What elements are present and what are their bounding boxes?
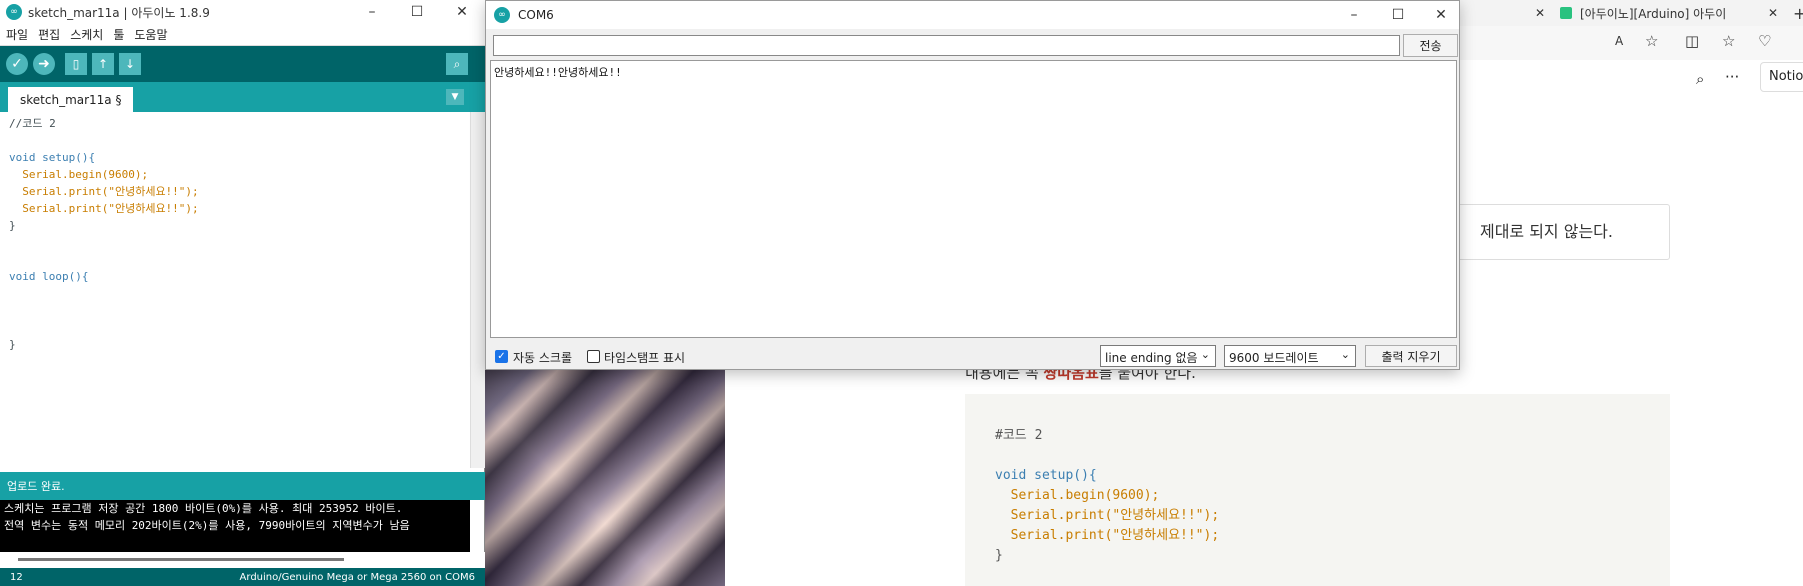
favorites-icon[interactable]: ☆ [1722,32,1735,50]
more-options-icon[interactable]: ··· [1725,68,1739,86]
code-editor[interactable]: //코드 2 void setup(){ Serial.begin(9600);… [0,112,470,468]
code-line: } [9,338,16,351]
ide-tabstrip: sketch_mar11a § ▼ [0,82,485,112]
menu-file[interactable]: 파일 [6,26,28,43]
console-output: 스케치는 프로그램 저장 공간 1800 바이트(0%)를 사용. 최대 253… [0,500,470,534]
maximize-icon[interactable]: ☐ [397,0,437,24]
code-line: void setup(){ [995,468,1097,483]
console-line: 전역 변수는 동적 메모리 202바이트(2%)를 사용, 7990바이트의 지… [4,519,410,532]
browser-tab[interactable]: [아두이노][Arduino] 아두이 [1560,0,1726,26]
arduino-ide-window: ∞ sketch_mar11a | 아두이노 1.8.9 – ☐ ✕ 파일 편집… [0,0,485,586]
board-info: Arduino/Genuino Mega or Mega 2560 on COM… [239,571,475,583]
article-code: #코드 2 void setup(){ Serial.begin(9600); … [995,426,1219,566]
code-line: Serial.print("안녕하세요!!"); [9,185,199,198]
notion-label: Notio [1769,69,1803,84]
browser-tabbar: ✕ [아두이노][Arduino] 아두이 ✕ + [1460,0,1803,26]
clear-output-label: 출력 지우기 [1381,349,1441,364]
baud-rate-select[interactable]: 9600 보드레이트 ⌄ [1224,345,1356,367]
ide-titlebar: ∞ sketch_mar11a | 아두이노 1.8.9 – ☐ ✕ [0,0,485,24]
serial-monitor-icon[interactable]: ⌕ [446,53,468,75]
line-number: 12 [10,571,23,583]
code-line: #코드 2 [995,428,1043,443]
serial-monitor-window: ∞ COM6 – ☐ ✕ 전송 안녕하세요!!안녕하세요!! ✓ 자동 스크롤 … [485,0,1460,370]
serial-controls: ✓ 자동 스크롤 타임스탬프 표시 line ending 없음 ⌄ 9600 보… [486,340,1459,370]
save-sketch-icon[interactable]: ↓ [119,53,141,75]
send-button[interactable]: 전송 [1403,34,1458,57]
serial-titlebar: ∞ COM6 – ☐ ✕ [486,1,1459,29]
serial-output: 안녕하세요!!안녕하세요!! [490,60,1457,338]
autoscroll-label: 자동 스크롤 [513,351,573,365]
close-icon[interactable]: ✕ [1421,3,1461,27]
menu-sketch[interactable]: 스케치 [70,26,103,43]
ide-footer: 12 Arduino/Genuino Mega or Mega 2560 on … [0,568,485,586]
favorite-star-icon[interactable]: ☆ [1645,32,1658,50]
timestamp-label: 타임스탬프 표시 [604,351,686,365]
open-sketch-icon[interactable]: ↑ [92,53,114,75]
arduino-logo-icon: ∞ [494,7,510,23]
upload-icon[interactable]: ➜ [33,53,55,75]
notion-button[interactable]: Notio [1760,62,1803,92]
ide-toolbar: ✓ ➜ ▯ ↑ ↓ ⌕ [0,46,485,82]
code-line: void loop(){ [9,270,89,283]
split-screen-icon[interactable]: ◫ [1685,32,1699,50]
code-line: Serial.print("안녕하세요!!"); [995,508,1220,523]
console-scroll-thumb[interactable] [18,558,344,561]
code-line: void setup(){ [9,151,96,164]
serial-input[interactable] [493,35,1400,56]
close-icon[interactable]: ✕ [442,0,482,24]
new-tab-icon[interactable]: + [1793,0,1803,26]
editor-scrollbar[interactable] [470,112,485,468]
code-line: Serial.begin(9600); [9,168,149,181]
send-label: 전송 [1419,39,1442,53]
menu-tools[interactable]: 툴 [113,26,124,43]
menu-help[interactable]: 도움말 [134,26,167,43]
browser-tab-title: [아두이노][Arduino] 아두이 [1580,6,1727,21]
arduino-logo-icon: ∞ [6,4,22,20]
console-scrollbar[interactable] [0,552,485,568]
baud-rate-value: 9600 보드레이트 [1229,351,1319,365]
serial-window-title: COM6 [518,8,554,22]
maximize-icon[interactable]: ☐ [1378,3,1418,27]
desktop-wallpaper [485,370,725,586]
chevron-down-icon: ⌄ [1200,348,1210,361]
ide-console: 스케치는 프로그램 저장 공간 1800 바이트(0%)를 사용. 최대 253… [0,500,470,552]
close-tab-icon[interactable]: ✕ [1768,0,1778,26]
code-line: Serial.print("안녕하세요!!"); [995,528,1220,543]
code-line: } [9,219,16,232]
verify-icon[interactable]: ✓ [6,53,28,75]
timestamp-checkbox[interactable] [587,350,600,363]
callout-text: 제대로 되지 않는다. [1479,222,1613,241]
minimize-icon[interactable]: – [1334,3,1374,27]
menu-edit[interactable]: 편집 [38,26,60,43]
close-tab-icon[interactable]: ✕ [1535,0,1545,26]
upload-status: 업로드 완료. [7,480,65,493]
ide-status-bar: 업로드 완료. [0,472,485,500]
code-line: //코드 2 [9,117,56,130]
autoscroll-checkbox[interactable]: ✓ [495,350,508,363]
search-icon[interactable]: ⌕ [1696,70,1704,88]
new-sketch-icon[interactable]: ▯ [65,53,87,75]
line-ending-select[interactable]: line ending 없음 ⌄ [1100,345,1216,367]
article-code-block: #코드 2 void setup(){ Serial.begin(9600); … [965,394,1670,586]
sketch-tab[interactable]: sketch_mar11a § [8,87,134,112]
ide-menubar: 파일 편집 스케치 툴 도움말 [0,24,485,46]
editor-code: //코드 2 void setup(){ Serial.begin(9600);… [9,115,199,353]
favicon-icon [1560,7,1572,19]
clear-output-button[interactable]: 출력 지우기 [1365,345,1457,367]
code-line: } [995,548,1003,563]
tab-menu-chevron-icon[interactable]: ▼ [446,89,464,105]
line-ending-value: line ending 없음 [1105,351,1198,365]
serial-output-text: 안녕하세요!!안녕하세요!! [494,66,622,79]
ide-window-title: sketch_mar11a | 아두이노 1.8.9 [28,5,210,20]
minimize-icon[interactable]: – [352,0,392,24]
code-line: Serial.print("안녕하세요!!"); [9,202,199,215]
read-aloud-icon[interactable]: A [1615,34,1623,48]
code-line: Serial.begin(9600); [995,488,1160,503]
chevron-down-icon: ⌄ [1340,348,1350,361]
extensions-icon[interactable]: ♡ [1758,32,1771,50]
console-line: 스케치는 프로그램 저장 공간 1800 바이트(0%)를 사용. 최대 253… [4,502,403,515]
sketch-tab-label: sketch_mar11a § [20,92,122,107]
